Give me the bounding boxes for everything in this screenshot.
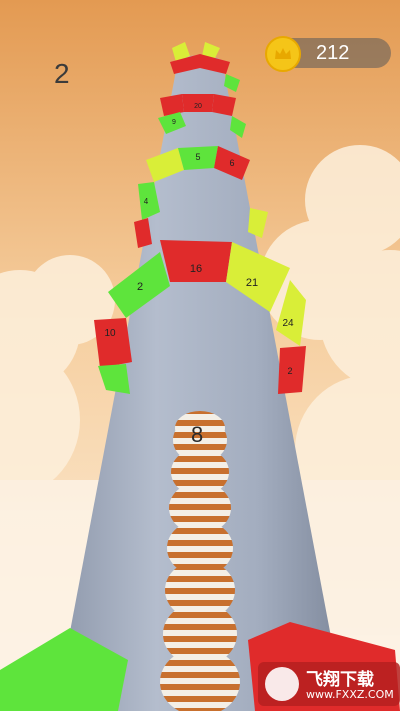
ring-1-segment-1: 16	[190, 263, 202, 275]
level-number: 2	[54, 58, 70, 89]
ring-3-segment-1: 20	[194, 103, 202, 110]
ring-1-segment-4: 2	[137, 281, 143, 293]
ring-2-segment-2: 6	[229, 158, 234, 168]
watermark-url: www.FXXZ.COM	[306, 688, 394, 701]
crown-coin-icon	[265, 36, 301, 72]
watermark-logo	[265, 667, 299, 701]
watermark-brand: 飞翔下载	[306, 670, 374, 690]
ring-2-segment-3: 4	[144, 197, 149, 206]
game-scene: 20 9 5 6 4 16 21 24 2 10 2	[0, 0, 400, 711]
ring-1-segment-2: 21	[246, 277, 258, 289]
ring-2-segment-1: 5	[195, 152, 200, 162]
ring-1-segment-5: 10	[104, 328, 116, 339]
coin-count: 212	[316, 42, 350, 64]
ring-1-segment-6: 2	[287, 366, 292, 376]
ring-3-segment-2: 9	[172, 119, 176, 126]
ring-1-segment-3: 24	[282, 318, 294, 329]
ball-stack-count: 8	[191, 422, 204, 447]
